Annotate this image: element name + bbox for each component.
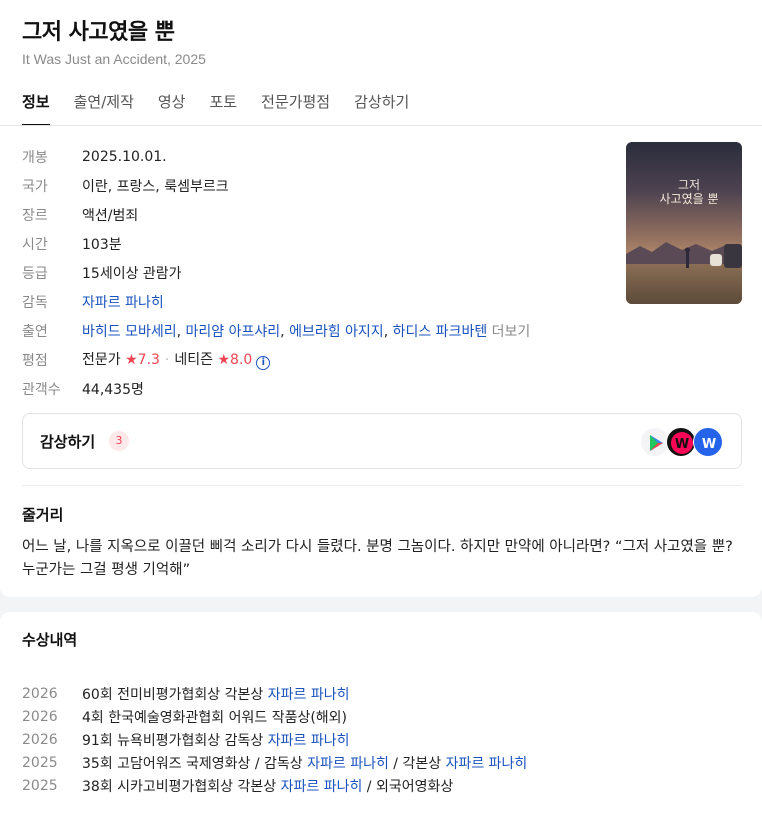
cast-link[interactable]: 바히드 모바세리 — [82, 324, 177, 340]
watch-label: 감상하기 — [40, 433, 96, 451]
award-name: 38회 시카고비평가협회상 각본상 — [82, 778, 281, 795]
director-link[interactable]: 자파르 파나히 — [82, 292, 164, 312]
original-title: It Was Just an Accident, 2025 — [22, 51, 206, 67]
genre-value: 액션/범죄 — [82, 207, 139, 224]
award-person-link[interactable]: 자파르 파나히 — [268, 687, 350, 703]
award-row: 2026 60회 전미비평가협회상 각본상 자파르 파나히 — [22, 682, 742, 705]
watch-count-badge: 3 — [109, 431, 129, 451]
watcha-icon[interactable]: W — [666, 427, 696, 457]
award-row: 2025 38회 시카고비평가협회상 각본상 자파르 파나히 / 외국어영화상 — [22, 774, 742, 797]
age-rating-label: 등급 — [22, 265, 48, 282]
movie-info-card: 그저 사고였을 뿐 It Was Just an Accident, 2025 … — [0, 0, 762, 597]
star-icon: ★ — [125, 352, 138, 368]
tab-video[interactable]: 영상 — [158, 90, 186, 126]
award-text: 35회 고담어워즈 국제영화상 / 감독상 자파르 파나히 / 각본상 자파르 … — [82, 753, 527, 773]
tab-watch[interactable]: 감상하기 — [354, 90, 409, 126]
award-person-link[interactable]: 자파르 파나히 — [307, 756, 389, 772]
info-row-director: 감독 자파르 파나히 — [22, 287, 622, 316]
awards-title: 수상내역 — [22, 631, 78, 649]
cast-more-button[interactable]: 더보기 — [492, 324, 531, 340]
tab-photo[interactable]: 포토 — [209, 90, 237, 126]
tab-info[interactable]: 정보 — [22, 90, 50, 126]
svg-text:W: W — [702, 437, 716, 452]
netizen-score-label: 네티즌 — [174, 352, 214, 368]
page-title: 그저 사고였을 뿐 — [22, 20, 175, 45]
award-text: 91회 뉴욕비평가협회상 감독상 자파르 파나히 — [82, 730, 349, 750]
award-name: 35회 고담어워즈 국제영화상 / 감독상 — [82, 755, 308, 772]
info-row-audience: 관객수 44,435명 — [22, 374, 622, 403]
watch-providers-box[interactable]: 감상하기 3 W W — [22, 413, 742, 469]
award-year: 2026 — [22, 685, 58, 702]
tab-divider — [0, 125, 762, 126]
award-person-link[interactable]: 자파르 파나히 — [446, 756, 528, 772]
award-text: 4회 한국예술영화관협회 어워드 작품상(해외) — [82, 707, 347, 727]
awards-list: 2026 60회 전미비평가협회상 각본상 자파르 파나히 2026 4회 한국예술영… — [22, 682, 742, 797]
info-table: 개봉 2025.10.01. 국가 이란, 프랑스, 룩셈부르크 장르 액션/범… — [22, 142, 622, 403]
award-person-link[interactable]: 자파르 파나히 — [281, 779, 363, 795]
star-icon: ★ — [217, 352, 231, 368]
cast-link[interactable]: 하디스 파크바텐 — [393, 324, 488, 340]
award-row: 2026 4회 한국예술영화관협회 어워드 작품상(해외) — [22, 705, 742, 728]
poster-figures — [685, 244, 742, 268]
release-label: 개봉 — [22, 149, 48, 166]
award-text: 60회 전미비평가협회상 각본상 자파르 파나히 — [82, 684, 349, 704]
netizen-score-value: 8.0 — [230, 352, 253, 368]
award-row: 2025 35회 고담어워즈 국제영화상 / 감독상 자파르 파나히 / 각본상 … — [22, 751, 742, 774]
info-icon[interactable]: i — [256, 356, 271, 370]
cast-link[interactable]: 에브라힘 아지지 — [289, 324, 384, 340]
award-row: 2026 91회 뉴욕비평가협회상 감독상 자파르 파나히 — [22, 728, 742, 751]
award-name: / 외국어영화상 — [362, 778, 454, 795]
release-value: 2025.10.01. — [82, 148, 167, 165]
award-year: 2026 — [22, 731, 58, 748]
country-label: 국가 — [22, 178, 48, 195]
score-label: 평점 — [22, 352, 48, 369]
separator-dot: · — [164, 352, 170, 368]
award-name: 60회 전미비평가협회상 각본상 — [82, 686, 268, 703]
critic-score-label: 전문가 — [82, 352, 121, 368]
country-value: 이란, 프랑스, 룩셈부르크 — [82, 178, 229, 195]
tab-critic-reviews[interactable]: 전문가평점 — [261, 90, 330, 126]
provider-icons: W W — [640, 427, 724, 457]
section-divider — [22, 485, 742, 486]
movie-poster[interactable]: 그저 사고였을 뿐 — [626, 142, 742, 304]
critic-score-value: 7.3 — [137, 352, 160, 368]
audience-label: 관객수 — [22, 381, 61, 398]
plot-text: 어느 날, 나를 지옥으로 이끌던 삐걱 소리가 다시 들렸다. 분명 그놈이다… — [22, 539, 733, 578]
award-year: 2026 — [22, 708, 58, 725]
info-row-cast: 출연 바히드 모바세리, 마리얌 아프샤리, 에브라힘 아지지, 하디스 파크바… — [22, 316, 622, 345]
genre-label: 장르 — [22, 207, 48, 224]
cast-label: 출연 — [22, 323, 48, 340]
info-row-rating: 등급 15세이상 관람가 — [22, 258, 622, 287]
age-rating-value: 15세이상 관람가 — [82, 265, 182, 282]
director-label: 감독 — [22, 294, 48, 311]
poster-title: 그저 사고였을 뿐 — [654, 178, 724, 206]
cast-link[interactable]: 마리얌 아프샤리 — [186, 324, 281, 340]
award-name: 4회 한국예술영화관협회 어워드 작품상(해외) — [82, 709, 348, 726]
tab-bar: 정보 출연/제작 영상 포토 전문가평점 감상하기 — [22, 90, 433, 126]
poster-title-line: 그저 — [677, 178, 701, 192]
award-text: 38회 시카고비평가협회상 각본상 자파르 파나히 / 외국어영화상 — [82, 776, 453, 796]
award-name: 91회 뉴욕비평가협회상 감독상 — [82, 732, 268, 749]
info-row-runtime: 시간 103분 — [22, 229, 622, 258]
award-name: / 각본상 — [388, 755, 446, 772]
info-row-score: 평점 전문가 ★7.3 · 네티즌 ★8.0 i — [22, 345, 622, 374]
plot-title: 줄거리 — [22, 506, 64, 524]
info-row-genre: 장르 액션/범죄 — [22, 200, 622, 229]
award-person-link[interactable]: 자파르 파나히 — [268, 733, 350, 749]
poster-title-line: 사고였을 뿐 — [659, 192, 719, 206]
award-year: 2025 — [22, 777, 58, 794]
svg-text:W: W — [675, 437, 689, 452]
runtime-label: 시간 — [22, 236, 48, 253]
tab-cast-crew[interactable]: 출연/제작 — [74, 90, 134, 126]
wavve-icon[interactable]: W — [693, 427, 723, 457]
info-row-release: 개봉 2025.10.01. — [22, 142, 622, 171]
runtime-value: 103분 — [82, 236, 122, 253]
info-row-country: 국가 이란, 프랑스, 룩셈부르크 — [22, 171, 622, 200]
award-year: 2025 — [22, 754, 58, 771]
audience-value: 44,435명 — [82, 381, 144, 398]
